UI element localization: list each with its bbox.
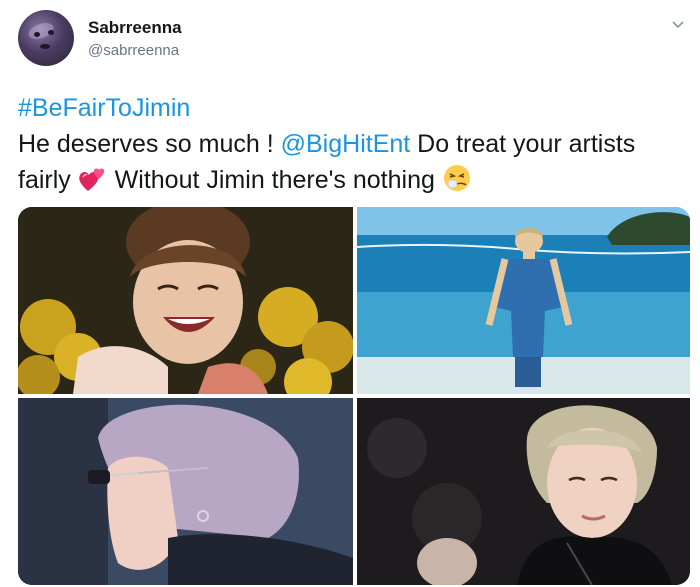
tweet-text-segment: Without Jimin there's nothing — [107, 166, 442, 194]
chevron-down-icon[interactable] — [670, 16, 686, 32]
tweet-line-2: fairly Without Jimin there's nothing — [18, 162, 688, 203]
author-name[interactable]: Sabrreenna — [88, 18, 182, 38]
tweet-line-1: He deserves so much ! @BigHitEnt Do trea… — [18, 126, 688, 162]
avatar[interactable] — [18, 10, 74, 66]
sneezing-face-emoji — [442, 163, 472, 203]
author-handle[interactable]: @sabrreenna — [88, 42, 179, 59]
photo-3[interactable] — [18, 398, 353, 585]
tweet-header: Sabrreenna @sabrreenna — [18, 10, 688, 70]
mention-link[interactable]: @BigHitEnt — [281, 130, 411, 158]
tweet-text-segment: Do treat your artists — [410, 130, 636, 158]
photo-4[interactable] — [357, 398, 690, 585]
photo-1[interactable] — [18, 207, 353, 394]
photo-2[interactable] — [357, 207, 690, 394]
tweet-body: #BeFairToJimin He deserves so much ! @Bi… — [18, 90, 688, 203]
tweet-text-segment: He deserves so much ! — [18, 130, 281, 158]
two-hearts-emoji — [78, 165, 108, 203]
tweet-text-segment: fairly — [18, 166, 78, 194]
media-grid — [18, 207, 690, 585]
hashtag-link[interactable]: #BeFairToJimin — [18, 90, 688, 126]
